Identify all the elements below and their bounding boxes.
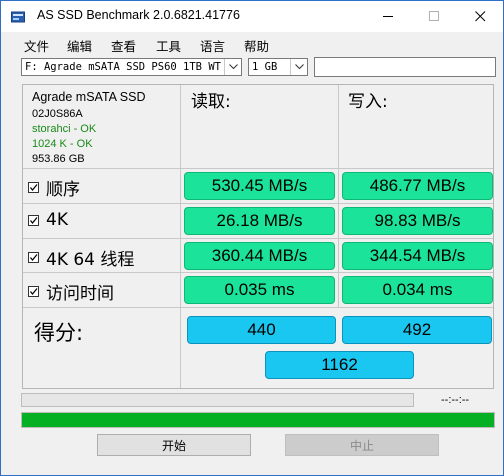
test-row-4k: 4K (28, 210, 68, 230)
test-label-4k: 4K (46, 210, 68, 230)
test-label-4k-64: 4K 64 线程 (46, 250, 135, 270)
drive-capacity: 953.86 GB (32, 153, 85, 165)
read-column-header: 读取: (191, 92, 231, 112)
test-progress-bar (21, 393, 414, 407)
minimize-button[interactable] (365, 1, 411, 31)
result-access-write: 0.034 ms (342, 276, 493, 304)
test-row-access-time: 访问时间 (28, 279, 114, 304)
score-total: 1162 (265, 351, 414, 379)
test-row-seq: 顺序 (28, 175, 80, 200)
size-select-value: 1 GB (252, 61, 278, 73)
title-bar[interactable]: AS SSD Benchmark 2.0.6821.41776 (1, 1, 503, 31)
menu-bar: 文件 编辑 查看 工具 语言 帮助 (1, 32, 503, 54)
close-button[interactable] (457, 1, 503, 31)
close-icon (474, 7, 486, 26)
size-select[interactable]: 1 GB (248, 58, 308, 76)
chevron-down-icon (290, 59, 307, 75)
text-field[interactable] (314, 57, 496, 77)
column-divider (338, 85, 339, 307)
elapsed-time: --:--:-- (441, 394, 470, 406)
score-write: 492 (342, 316, 492, 344)
menu-file[interactable]: 文件 (24, 36, 49, 55)
test-row-4k-64: 4K 64 线程 (28, 245, 134, 270)
result-access-read: 0.035 ms (184, 276, 335, 304)
result-4k-64-write: 344.54 MB/s (342, 242, 493, 270)
result-4k-read: 26.18 MB/s (184, 207, 335, 235)
drive-model: Agrade mSATA SSD (32, 90, 146, 104)
driver-status: storahci - OK (32, 123, 97, 135)
result-4k-write: 98.83 MB/s (342, 207, 493, 235)
chevron-down-icon (224, 59, 241, 75)
drive-select-value: F: Agrade mSATA SSD PS60 1TB WT (25, 61, 221, 73)
row-divider (23, 307, 493, 308)
result-seq-write: 486.77 MB/s (342, 172, 493, 200)
score-label: 得分: (34, 321, 84, 345)
stop-button[interactable]: 中止 (285, 434, 439, 456)
minimize-icon (382, 7, 394, 26)
menu-edit[interactable]: 编辑 (67, 36, 92, 55)
result-seq-read: 530.45 MB/s (184, 172, 335, 200)
app-icon (11, 9, 25, 23)
row-divider (23, 238, 493, 239)
app-window: AS SSD Benchmark 2.0.6821.41776 文件 编辑 查看… (0, 0, 504, 476)
result-4k-64-read: 360.44 MB/s (184, 242, 335, 270)
menu-view[interactable]: 查看 (111, 36, 136, 55)
score-read: 440 (187, 316, 336, 344)
row-divider (23, 272, 493, 273)
start-button[interactable]: 开始 (97, 434, 251, 456)
checkbox-4k-64[interactable] (28, 252, 39, 263)
menu-help[interactable]: 帮助 (244, 36, 269, 55)
alignment-status: 1024 K - OK (32, 138, 93, 150)
checkbox-seq[interactable] (28, 182, 39, 193)
drive-select[interactable]: F: Agrade mSATA SSD PS60 1TB WT (21, 58, 242, 76)
window-title: AS SSD Benchmark 2.0.6821.41776 (37, 8, 240, 22)
column-divider (180, 85, 181, 388)
overall-progress-bar (21, 412, 495, 428)
write-column-header: 写入: (348, 92, 388, 112)
overall-progress-fill (22, 413, 494, 427)
row-divider (23, 203, 493, 204)
checkbox-4k[interactable] (28, 214, 39, 226)
menu-tools[interactable]: 工具 (156, 36, 181, 55)
maximize-icon (428, 7, 440, 26)
row-divider (23, 168, 493, 169)
drive-firmware: 02J0S86A (32, 108, 83, 120)
maximize-button[interactable] (411, 1, 457, 31)
test-label-seq: 顺序 (46, 180, 80, 200)
menu-language[interactable]: 语言 (200, 36, 225, 55)
checkbox-access-time[interactable] (28, 286, 39, 297)
test-label-access-time: 访问时间 (46, 284, 114, 304)
